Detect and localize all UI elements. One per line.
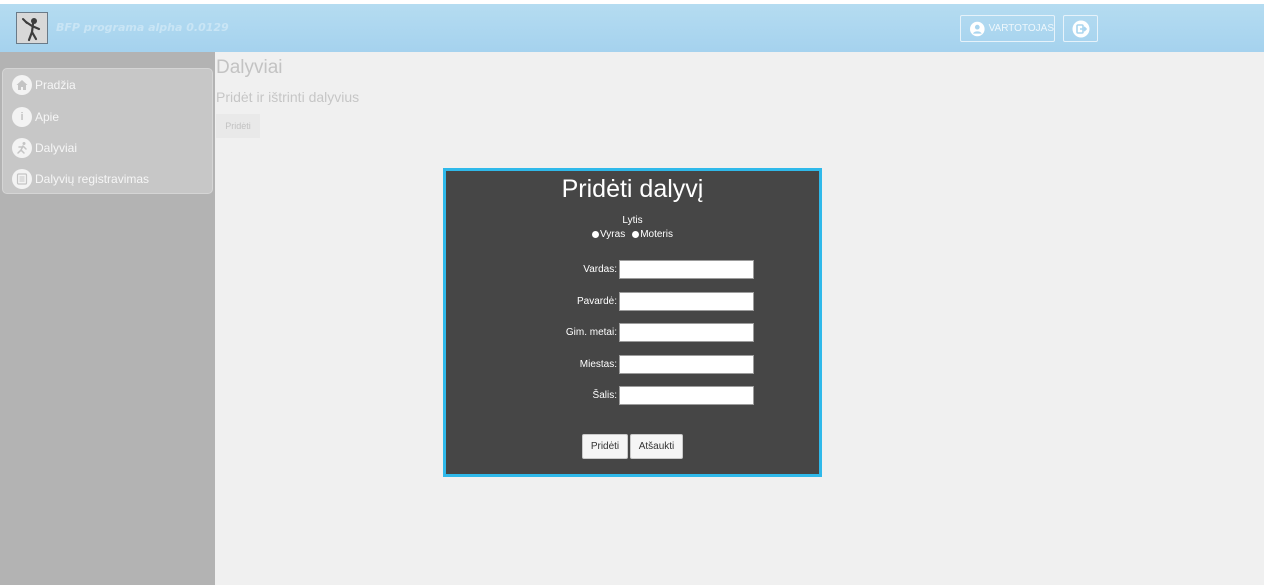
- birth-year-field[interactable]: [619, 323, 754, 342]
- athlete-logo-icon: [22, 18, 41, 42]
- user-button[interactable]: VARTOTOJAS: [960, 15, 1055, 42]
- city-field[interactable]: [619, 355, 754, 374]
- sidebar-item-label: Dalyviai: [35, 141, 78, 155]
- gender-radio-label: Moteris: [640, 229, 673, 240]
- app-header: BFP programa alpha 0.0129 VARTOTOJAS: [0, 4, 1264, 52]
- home-icon: [12, 75, 32, 95]
- gender-label: Lytis: [622, 215, 643, 226]
- gender-radio-male[interactable]: Vyras: [592, 229, 625, 240]
- user-icon: [970, 21, 985, 36]
- city-label: Miestas:: [579, 359, 617, 370]
- runner-icon: [12, 138, 32, 158]
- sidebar-item-label: Pradžia: [35, 78, 76, 92]
- user-button-label: VARTOTOJAS: [988, 23, 1054, 34]
- form-row-city: Miestas:: [446, 355, 819, 375]
- add-participant-button[interactable]: Pridėti: [216, 114, 260, 138]
- sidebar-menu: Pradžia i Apie Dalyviai Dalyvių registra…: [2, 68, 213, 194]
- app-logo: [16, 12, 48, 44]
- sidebar: Pradžia i Apie Dalyviai Dalyvių registra…: [0, 52, 215, 585]
- cancel-button[interactable]: Atšaukti: [630, 434, 683, 459]
- form-row-last-name: Pavardė:: [446, 292, 819, 312]
- page-title: Dalyviai: [216, 57, 283, 78]
- gender-radio-female[interactable]: Moteris: [632, 229, 673, 240]
- sidebar-item-about[interactable]: i Apie: [12, 107, 59, 127]
- info-icon: i: [12, 107, 32, 127]
- country-field[interactable]: [619, 386, 754, 405]
- gender-radio-label: Vyras: [600, 229, 626, 240]
- sidebar-item-label: Dalyvių registravimas: [35, 172, 150, 186]
- list-icon: [12, 169, 32, 189]
- submit-button[interactable]: Pridėti: [582, 434, 628, 459]
- logout-button[interactable]: [1063, 15, 1098, 42]
- last-name-label: Pavardė:: [576, 296, 617, 307]
- page-subtitle: Pridėt ir ištrinti dalyvius: [216, 89, 360, 105]
- radio-button-icon[interactable]: [632, 231, 640, 238]
- gender-options: Vyras Moteris: [592, 229, 673, 240]
- first-name-label: Vardas:: [583, 264, 617, 275]
- first-name-field[interactable]: [619, 260, 754, 279]
- form-row-country: Šalis:: [446, 386, 819, 406]
- radio-button-icon[interactable]: [592, 231, 599, 238]
- birth-year-label: Gim. metai:: [565, 327, 617, 338]
- sidebar-item-home[interactable]: Pradžia: [12, 75, 76, 95]
- sidebar-item-label: Apie: [35, 110, 60, 124]
- sidebar-item-participants[interactable]: Dalyviai: [12, 138, 77, 158]
- logout-icon: [1072, 20, 1089, 37]
- form-row-first-name: Vardas:: [446, 260, 819, 280]
- country-label: Šalis:: [592, 390, 617, 401]
- form-row-birth-year: Gim. metai:: [446, 323, 819, 343]
- last-name-field[interactable]: [619, 292, 754, 311]
- sidebar-item-registration[interactable]: Dalyvių registravimas: [12, 169, 149, 189]
- dialog-title: Pridėti dalyvį: [561, 175, 704, 203]
- add-participant-dialog: Pridėti dalyvį Lytis Vyras Moteris Varda…: [443, 168, 822, 477]
- app-title: BFP programa alpha 0.0129: [56, 21, 229, 34]
